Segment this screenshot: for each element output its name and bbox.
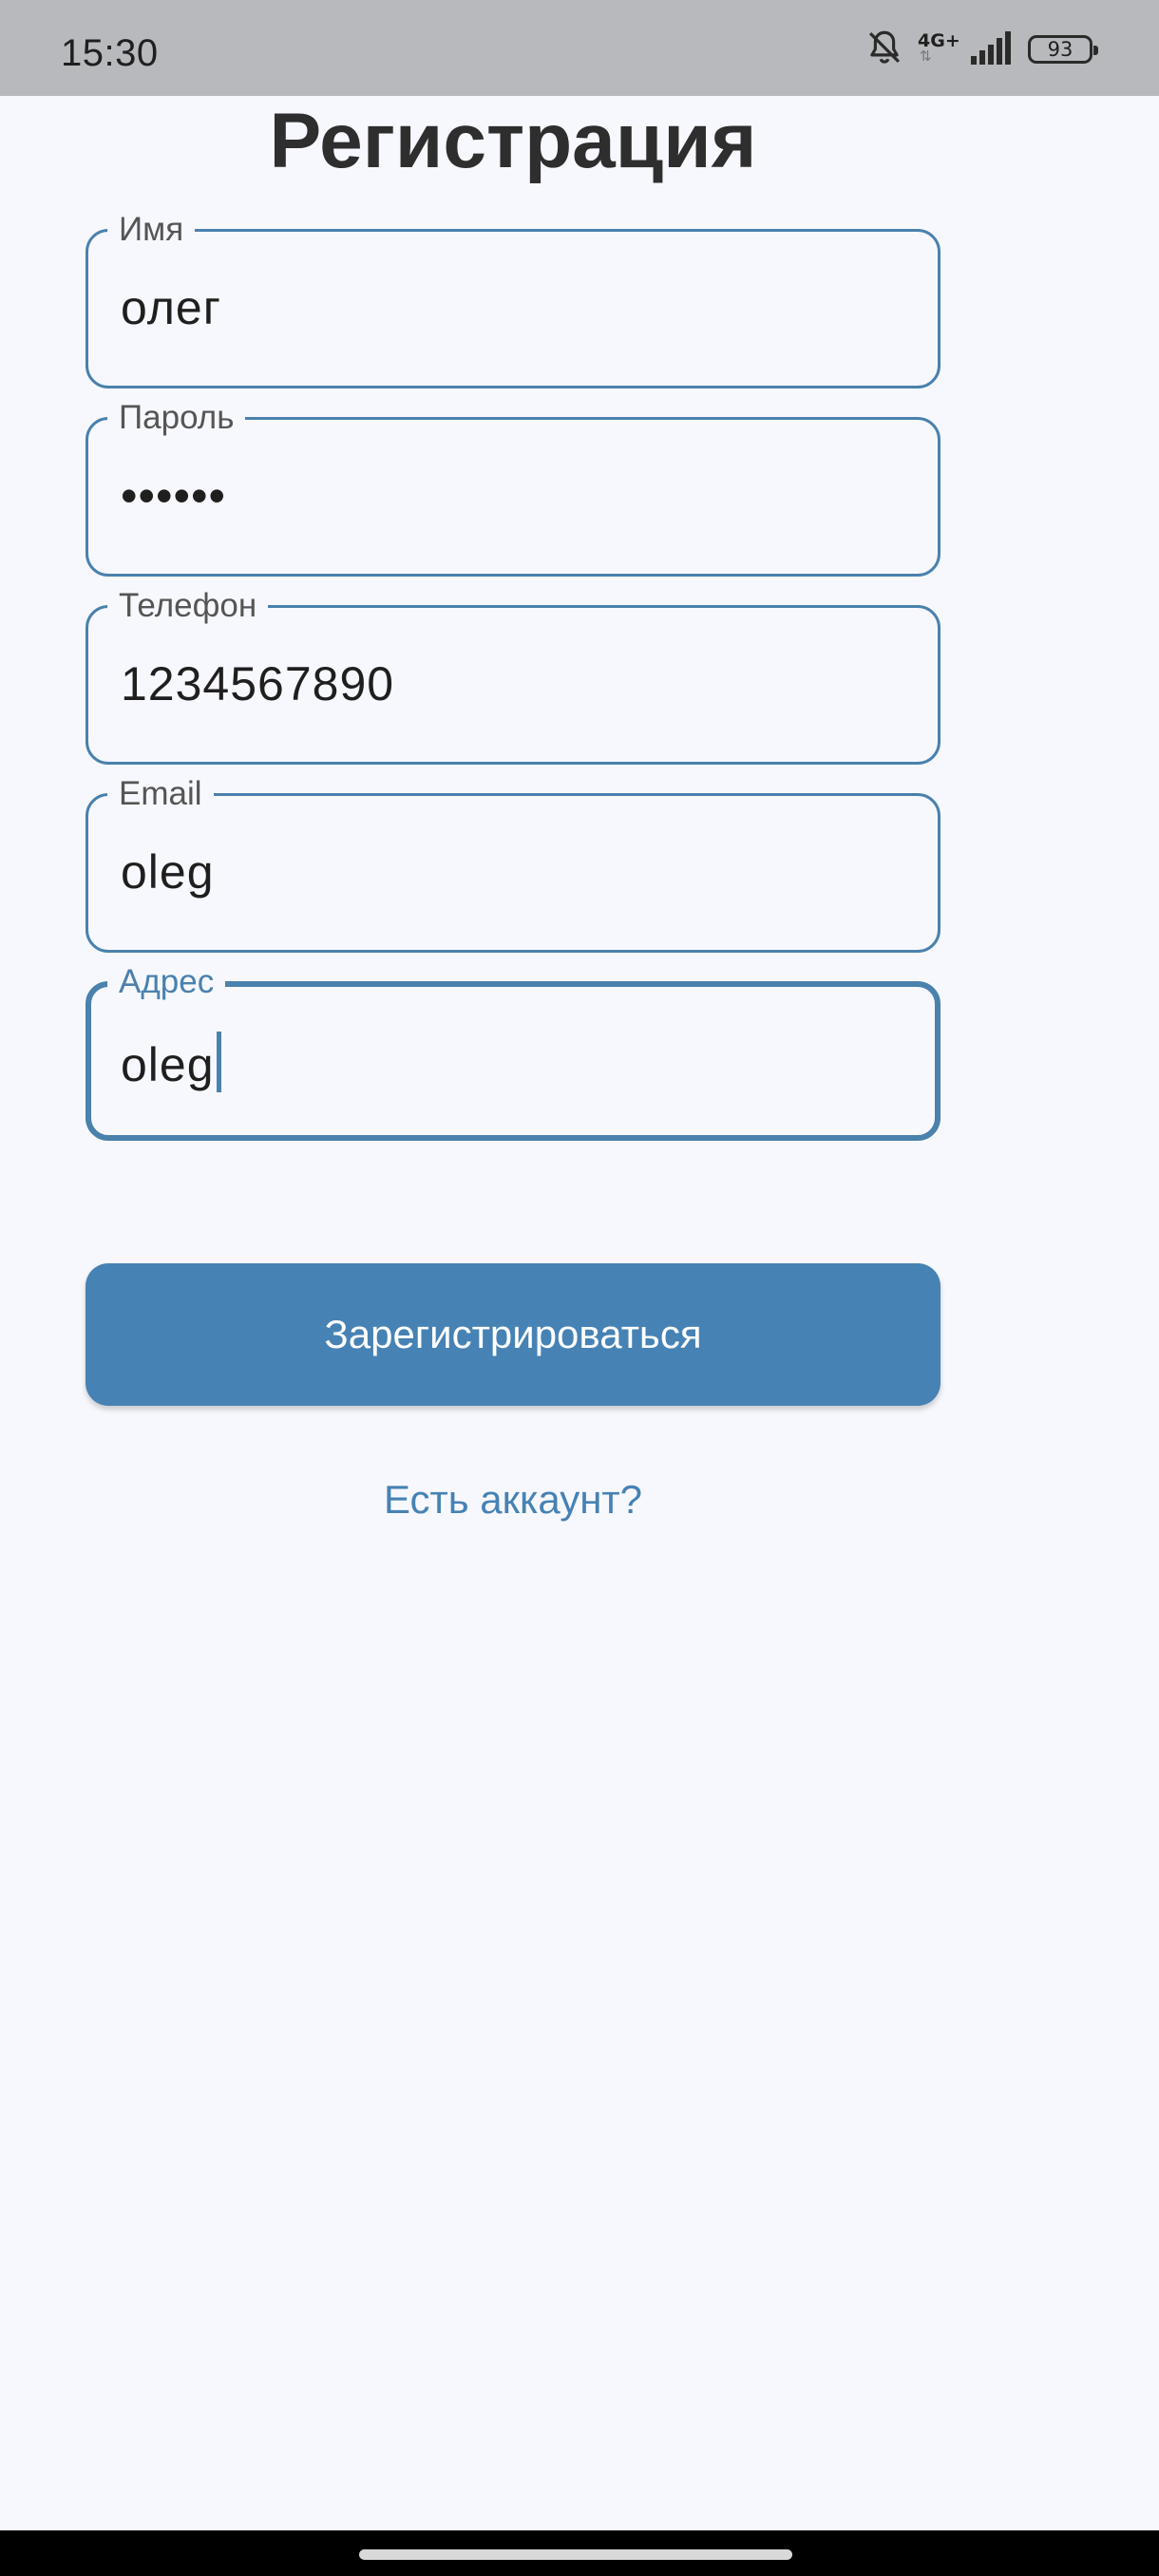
password-field[interactable]: Пароль ••••••	[86, 399, 940, 577]
name-field-value: олег	[121, 281, 221, 334]
phone-field-value: 1234567890	[121, 657, 395, 710]
signal-icon	[969, 29, 1015, 70]
password-field-label: Пароль	[107, 399, 246, 437]
login-link[interactable]: Есть аккаунт?	[86, 1477, 940, 1523]
bell-off-icon	[864, 28, 904, 72]
status-time: 15:30	[61, 32, 159, 74]
status-bar: 15:30 4G+ ⇅ 93	[0, 0, 1159, 96]
name-field[interactable]: Имя олег	[86, 211, 940, 388]
phone-field-label: Телефон	[107, 587, 269, 625]
navigation-bar	[0, 2530, 1159, 2576]
name-field-label: Имя	[107, 211, 196, 249]
password-field-value: ••••••	[121, 469, 227, 522]
network-type-indicator: 4G+ ⇅	[918, 30, 960, 65]
email-field-label: Email	[107, 775, 214, 813]
text-cursor	[216, 1032, 221, 1092]
register-button[interactable]: Зарегистрироваться	[86, 1263, 940, 1406]
battery-level: 93	[1047, 38, 1074, 61]
phone-field[interactable]: Телефон 1234567890	[86, 587, 940, 765]
address-field-value: oleg	[121, 1038, 215, 1091]
email-field[interactable]: Email oleg	[86, 775, 940, 953]
page-title: Регистрация	[269, 98, 757, 184]
email-field-value: oleg	[121, 845, 215, 899]
address-field-label: Адрес	[107, 963, 226, 1001]
home-indicator[interactable]	[359, 2549, 792, 2560]
battery-icon: 93	[1028, 35, 1098, 64]
address-field[interactable]: Адрес oleg	[86, 963, 940, 1141]
address-field-input: oleg	[121, 1032, 221, 1093]
status-icons: 4G+ ⇅ 93	[864, 28, 1098, 72]
